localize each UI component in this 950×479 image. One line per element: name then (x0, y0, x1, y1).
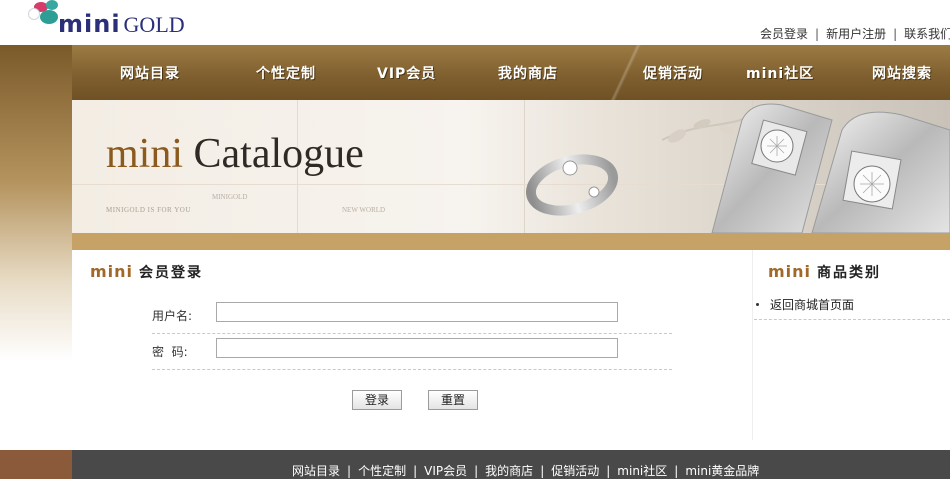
username-input[interactable] (216, 302, 618, 322)
password-input[interactable] (216, 338, 618, 358)
logo-text: mini GOLD (58, 10, 185, 38)
separator: | (540, 464, 545, 478)
login-panel-header: mini 会员登录 (90, 262, 203, 282)
footer-link-catalog[interactable]: 网站目录 (292, 464, 340, 478)
reset-button[interactable]: 重置 (428, 390, 478, 410)
logo-dot-white (28, 8, 40, 20)
category-item-label: 返回商城首页面 (770, 298, 855, 312)
minigold-logo[interactable]: mini GOLD (28, 0, 188, 40)
main-nav: 网站目录 个性定制 VIP会员 我的商店 促销活动 mini社区 网站搜索 (72, 45, 950, 100)
footer-link-promotions[interactable]: 促销活动 (551, 464, 599, 478)
nav-item-custom[interactable]: 个性定制 (256, 63, 316, 83)
rings-image (525, 103, 950, 233)
top-links: 会员登录 | 新用户注册 | 联系我们 (760, 25, 950, 42)
category-item-home[interactable]: 返回商城首页面 (754, 296, 854, 313)
nav-item-search[interactable]: 网站搜索 (872, 63, 932, 83)
nav-item-my-store[interactable]: 我的商店 (498, 63, 558, 83)
footer-left-decoration (0, 450, 72, 479)
category-panel-header: mini 商品类别 (768, 262, 881, 282)
separator: | (413, 464, 418, 478)
separator: | (474, 464, 479, 478)
login-header-mini: mini (90, 262, 134, 281)
catalogue-banner: mini Catalogue MINIGOLD IS FOR YOU MINIG… (72, 100, 950, 233)
banner-title-catalogue: Catalogue (193, 131, 364, 177)
nav-item-promotions[interactable]: 促销活动 (643, 63, 703, 83)
footer-link-my-store[interactable]: 我的商店 (485, 464, 533, 478)
banner-title-mini: mini (106, 131, 184, 177)
login-header-title: 会员登录 (139, 265, 204, 281)
separator: | (815, 27, 820, 41)
left-decoration (0, 45, 72, 440)
register-link[interactable]: 新用户注册 (826, 27, 886, 41)
footer-link-brand[interactable]: mini黄金品牌 (685, 464, 759, 478)
separator: | (893, 27, 898, 41)
password-row: 密 码: (152, 334, 672, 370)
banner-title: mini Catalogue (106, 130, 364, 178)
separator: | (347, 464, 352, 478)
side-divider (752, 250, 753, 440)
footer-link-vip[interactable]: VIP会员 (424, 464, 467, 478)
logo-dot-green (40, 10, 58, 24)
banner-bottom-strip (72, 233, 950, 250)
nav-item-vip[interactable]: VIP会员 (377, 63, 436, 83)
logo-gold: GOLD (123, 12, 185, 37)
logo-dot-teal (46, 0, 58, 10)
banner-tagline-2: MINIGOLD (212, 193, 248, 201)
category-list: 返回商城首页面 (754, 290, 950, 320)
banner-tagline: MINIGOLD IS FOR YOU (106, 206, 191, 214)
category-header-title: 商品类别 (817, 265, 882, 281)
footer-link-custom[interactable]: 个性定制 (358, 464, 406, 478)
banner-tagline-3: NEW WORLD (342, 206, 386, 214)
nav-item-community[interactable]: mini社区 (746, 63, 814, 83)
page: mini GOLD 会员登录 | 新用户注册 | 联系我们 网站目录 个性定制 VIP会员… (0, 0, 950, 479)
username-row: 用户名: (152, 298, 672, 334)
footer: 网站目录 | 个性定制 | VIP会员 | 我的商店 | 促销活动 | mini社区 | mini黄金品… (72, 450, 950, 479)
footer-link-community[interactable]: mini社区 (617, 464, 667, 478)
login-button[interactable]: 登录 (352, 390, 402, 410)
nav-item-catalog[interactable]: 网站目录 (120, 63, 180, 83)
bullet-icon (756, 303, 759, 306)
password-label: 密 码: (152, 345, 188, 359)
footer-links: 网站目录 | 个性定制 | VIP会员 | 我的商店 | 促销活动 | mini社区 | mini黄金品… (292, 462, 759, 479)
separator: | (674, 464, 679, 478)
username-label: 用户名: (152, 309, 193, 323)
category-header-mini: mini (768, 262, 812, 281)
contact-link[interactable]: 联系我们 (904, 27, 950, 41)
member-login-link[interactable]: 会员登录 (760, 27, 808, 41)
logo-mini: mini (58, 10, 121, 38)
separator: | (606, 464, 611, 478)
